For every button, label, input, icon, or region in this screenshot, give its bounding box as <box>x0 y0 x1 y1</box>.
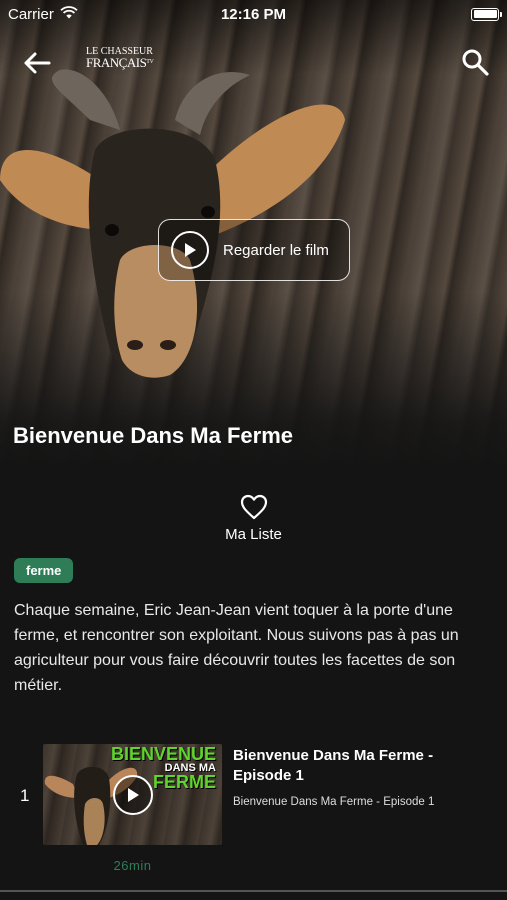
divider <box>0 890 507 892</box>
show-description: Chaque semaine, Eric Jean-Jean vient toq… <box>14 602 459 694</box>
back-button[interactable] <box>20 46 54 80</box>
wifi-icon <box>60 5 78 23</box>
thumb-text-3: FERME <box>153 772 216 792</box>
logo-line2: FRANÇAIS <box>86 55 147 70</box>
episode-number: 1 <box>20 786 30 805</box>
carrier-label: Carrier <box>8 5 54 23</box>
heart-icon <box>240 494 267 520</box>
episode-subtitle: Bienvenue Dans Ma Ferme - Episode 1 <box>233 796 435 808</box>
status-bar: Carrier 12:16 PM <box>0 0 507 28</box>
episode-row[interactable]: 1 BIENVENUE DANS MA FERME 26min Bienvenu… <box>0 742 507 873</box>
thumb-text-1: BIENVENUE <box>110 744 216 764</box>
watch-movie-button[interactable]: Regarder le film <box>158 219 350 281</box>
category-tag[interactable]: ferme <box>14 558 74 583</box>
top-nav: LE CHASSEUR FRANÇAISTV <box>0 40 507 84</box>
show-title: Bienvenue Dans Ma Ferme <box>13 423 293 448</box>
logo-suffix: TV <box>146 59 154 65</box>
episode-thumbnail[interactable]: BIENVENUE DANS MA FERME <box>43 744 222 845</box>
episode-duration: 26min <box>113 858 152 873</box>
my-list-button[interactable]: Ma Liste <box>0 494 507 543</box>
play-icon[interactable] <box>113 775 153 815</box>
status-left: Carrier <box>8 6 78 23</box>
watch-movie-label: Regarder le film <box>223 241 329 259</box>
search-button[interactable] <box>457 44 493 80</box>
hero-banner: LE CHASSEUR FRANÇAISTV Regarder le film … <box>0 0 507 470</box>
my-list-label: Ma Liste <box>225 526 282 543</box>
arrow-left-icon <box>24 52 51 74</box>
play-icon <box>171 231 209 269</box>
episode-title: Bienvenue Dans Ma Ferme - Episode 1 <box>233 747 434 784</box>
search-icon <box>462 49 489 76</box>
battery-icon <box>471 7 502 21</box>
channel-logo: LE CHASSEUR FRANÇAISTV <box>86 46 154 70</box>
